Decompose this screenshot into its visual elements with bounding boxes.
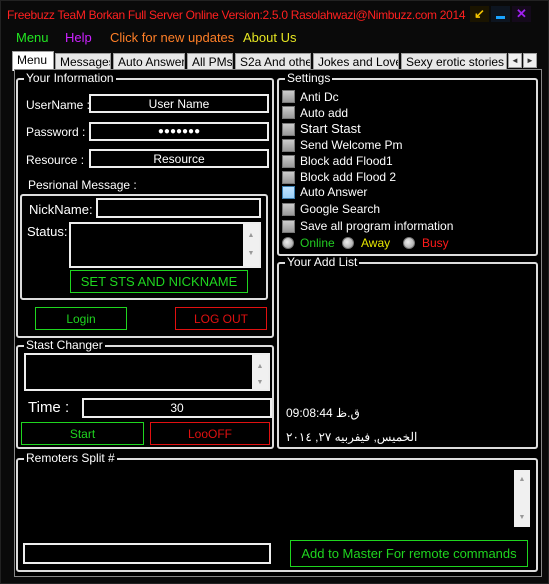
nickname-field[interactable] (96, 198, 261, 218)
logoff-button[interactable]: LooOFF (150, 422, 270, 445)
tab-messages[interactable]: Messages (55, 53, 111, 70)
set-status-nickname-button[interactable]: SET STS AND NICKNAME (70, 270, 248, 293)
clock-date: الخميس, فيفربيه ٢٧, ٢٠١٤ (286, 430, 418, 444)
clock-time: 09:08:44 ق.ظ (286, 406, 360, 420)
checkbox-label: Auto Answer (300, 185, 368, 199)
chevron-right-icon: ► (526, 56, 534, 65)
personal-message-label: Pesrional Message : (28, 178, 137, 192)
time-field[interactable]: 30 (82, 398, 272, 418)
menu-item-updates[interactable]: Click for new updates (110, 30, 234, 45)
minimize-icon (496, 15, 505, 19)
restore-icon: ↙ (474, 6, 485, 21)
checkbox[interactable] (282, 106, 295, 119)
tab-stories[interactable]: Sexy erotic stories an (401, 53, 507, 70)
stast-scrollbar[interactable]: ▲ ▼ (252, 355, 268, 389)
add-list-group: Your Add List 09:08:44 ق.ظ الخميس, فيفرب… (277, 256, 538, 449)
checkbox-label: Anti Dc (300, 90, 339, 104)
checkbox-label: Block add Flood1 (300, 154, 393, 168)
minimize-button[interactable] (491, 6, 510, 22)
username-field[interactable]: User Name (89, 94, 269, 113)
checkbox[interactable] (282, 123, 295, 136)
tab-scroll-left[interactable]: ◄ (508, 53, 522, 68)
status-scrollbar[interactable]: ▲ ▼ (243, 224, 259, 266)
tab-s2a[interactable]: S2a And other (235, 53, 311, 70)
chevron-left-icon: ◄ (511, 56, 519, 65)
checkbox-label: Send Welcome Pm (300, 138, 403, 152)
resource-field[interactable]: Resource (89, 149, 269, 168)
checkbox[interactable] (282, 155, 295, 168)
tab-scroll-right[interactable]: ► (523, 53, 537, 68)
window-title: Freebuzz TeaM Borkan Full Server Online … (7, 8, 466, 22)
main-window: Freebuzz TeaM Borkan Full Server Online … (0, 0, 549, 584)
radio-label: Online (300, 236, 335, 250)
logout-button[interactable]: LOG OUT (175, 307, 267, 330)
checkbox-label: Block add Flood 2 (300, 170, 397, 184)
your-information-title: Your Information (24, 71, 116, 85)
password-field[interactable]: ●●●●●●● (89, 122, 269, 141)
scroll-down-icon: ▼ (247, 250, 255, 257)
scroll-down-icon: ▼ (518, 514, 526, 521)
password-label: Password : (26, 125, 86, 139)
tab-menu[interactable]: Menu (12, 51, 54, 71)
radio-button[interactable] (342, 237, 354, 249)
stast-textarea[interactable]: ▲ ▼ (24, 353, 270, 391)
start-button[interactable]: Start (21, 422, 144, 445)
checkbox[interactable] (282, 139, 295, 152)
checkbox-label: Start Stast (300, 121, 361, 136)
radio-button[interactable] (403, 237, 415, 249)
scroll-down-icon: ▼ (256, 379, 264, 386)
status-label: Status: (27, 224, 68, 239)
nickname-status-group: NickName: Status: ▲ ▼ SET STS AND NICKNAM… (20, 194, 268, 300)
tab-jokes[interactable]: Jokes and Love (313, 53, 399, 70)
tab-all-pms[interactable]: All PMs (187, 53, 233, 70)
resource-label: Resource : (26, 153, 85, 167)
close-icon: ✕ (516, 6, 527, 21)
checkbox-label: Auto add (300, 106, 349, 120)
stast-changer-group: Stast Changer ▲ ▼ Time : 30 Start LooOFF (16, 339, 274, 449)
scroll-up-icon: ▲ (518, 476, 526, 483)
scroll-up-icon: ▲ (247, 232, 255, 239)
status-textarea[interactable]: ▲ ▼ (69, 222, 261, 268)
username-label: UserName : (26, 98, 91, 112)
login-button[interactable]: Login (35, 307, 127, 330)
radio-label: Away (361, 236, 391, 250)
remoter-input[interactable] (23, 543, 271, 564)
settings-title: Settings (285, 71, 333, 85)
checkbox[interactable] (282, 220, 295, 233)
add-to-master-button[interactable]: Add to Master For remote commands (290, 540, 528, 567)
radio-label: Busy (422, 236, 449, 250)
settings-group: Settings Anti Dc Auto add Start Stast Se… (277, 72, 538, 256)
scroll-up-icon: ▲ (256, 363, 264, 370)
checkbox-label: Save all program information (300, 219, 454, 233)
tab-auto-answer[interactable]: Auto Answer (113, 53, 185, 70)
your-information-group: Your Information UserName : User Name Pa… (16, 72, 274, 338)
checkbox[interactable] (282, 90, 295, 103)
tab-strip: Menu Messages Auto Answer All PMs S2a An… (12, 51, 542, 71)
nickname-label: NickName: (29, 202, 93, 217)
close-button[interactable]: ✕ (512, 6, 531, 22)
time-label: Time : (28, 399, 70, 416)
menu-item-about[interactable]: About Us (243, 30, 296, 45)
menu-item-menu[interactable]: Menu (16, 30, 49, 45)
remoters-scrollbar[interactable]: ▲ ▼ (514, 470, 530, 527)
checkbox[interactable] (282, 186, 295, 199)
remoters-title: Remoters Split # (24, 451, 117, 465)
menu-item-help[interactable]: Help (65, 30, 92, 45)
remoters-group: Remoters Split # ▲ ▼ Add to Master For re… (16, 452, 538, 572)
checkbox-label: Google Search (300, 202, 381, 216)
stast-changer-title: Stast Changer (24, 338, 105, 352)
checkbox[interactable] (282, 171, 295, 184)
add-list-title: Your Add List (285, 255, 360, 269)
radio-button[interactable] (282, 237, 294, 249)
checkbox[interactable] (282, 203, 295, 216)
restore-button[interactable]: ↙ (470, 6, 489, 22)
